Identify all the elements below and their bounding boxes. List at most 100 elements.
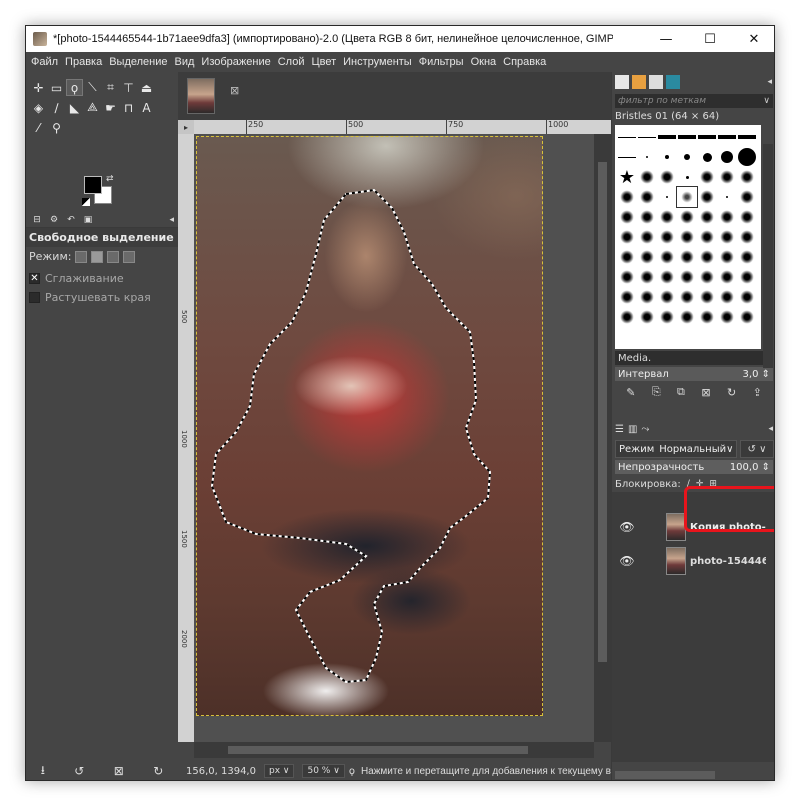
canvas-horizontal-scrollbar[interactable]: [194, 742, 594, 758]
brush-preset[interactable]: [677, 227, 697, 247]
bucket-fill-icon[interactable]: ◈: [30, 99, 47, 116]
brush-preset[interactable]: [697, 247, 717, 267]
lock-pixels-icon[interactable]: ∕: [687, 479, 690, 489]
antialias-row[interactable]: ✕ Сглаживание: [26, 266, 178, 287]
menu-layer[interactable]: Слой: [278, 56, 305, 68]
brush-preset[interactable]: [737, 267, 757, 287]
lock-alpha-icon[interactable]: ⊞: [709, 479, 717, 489]
brush-preset[interactable]: [737, 227, 757, 247]
layer-row-original[interactable]: 👁 photo-154446: [612, 544, 774, 578]
opacity-slider[interactable]: Непрозрачность 100,0 ⇕: [615, 460, 773, 474]
brush-preset[interactable]: [717, 147, 737, 167]
brush-preset[interactable]: [717, 307, 737, 327]
image-canvas[interactable]: [194, 134, 594, 742]
close-button[interactable]: ✕: [732, 26, 774, 52]
brush-preset[interactable]: ★: [617, 167, 637, 188]
channels-tab-icon[interactable]: ▥: [628, 424, 637, 435]
duplicate-brush-icon[interactable]: ⧉: [677, 385, 685, 399]
vertical-ruler[interactable]: 500 1000 1500 2000: [178, 134, 194, 742]
brush-preset[interactable]: [717, 247, 737, 267]
minimize-button[interactable]: —: [644, 26, 688, 52]
free-select-icon[interactable]: ϙ: [66, 79, 83, 96]
brush-preset[interactable]: [677, 147, 697, 167]
eye-icon[interactable]: 👁: [618, 520, 636, 534]
brush-preset[interactable]: [657, 187, 677, 207]
brush-preset[interactable]: [657, 227, 677, 247]
gradients-tab-icon[interactable]: [666, 75, 680, 89]
horizontal-ruler[interactable]: 250 500 750 1000: [194, 120, 611, 134]
layers-horizontal-scrollbar[interactable]: [615, 771, 715, 779]
brush-preset[interactable]: [617, 307, 637, 327]
brush-preset[interactable]: [737, 307, 757, 327]
brush-preset[interactable]: [657, 127, 677, 147]
brush-preset[interactable]: [617, 127, 637, 147]
fonts-tab-icon[interactable]: [649, 75, 663, 89]
crop-icon[interactable]: ⌗: [102, 79, 119, 96]
delete-options-icon[interactable]: ⊠: [114, 764, 124, 778]
edit-brush-icon[interactable]: ✎: [626, 386, 635, 399]
brush-preset[interactable]: [737, 167, 757, 187]
mode-subtract-button[interactable]: [107, 250, 120, 263]
images-tab-icon[interactable]: ▣: [81, 214, 95, 226]
unified-transform-icon[interactable]: ⊤: [120, 79, 137, 96]
save-options-icon[interactable]: ⭳: [41, 761, 45, 781]
brush-grid[interactable]: ★: [615, 125, 761, 349]
feather-checkbox[interactable]: [29, 292, 40, 303]
menu-filters[interactable]: Фильтры: [419, 56, 464, 68]
brush-preset[interactable]: [637, 147, 657, 167]
brushes-tab-icon[interactable]: [615, 75, 629, 89]
brush-preset[interactable]: [717, 267, 737, 287]
eye-icon[interactable]: 👁: [618, 554, 636, 568]
brush-preset[interactable]: [617, 147, 637, 167]
brush-preset[interactable]: [697, 307, 717, 327]
brush-preset[interactable]: [617, 247, 637, 267]
mode-intersect-button[interactable]: [123, 250, 136, 263]
brush-preset[interactable]: [717, 187, 737, 207]
brushes-tab-menu-icon[interactable]: ◂: [767, 77, 772, 87]
brush-preset[interactable]: [697, 147, 717, 167]
zoom-select[interactable]: 50 % ∨: [302, 764, 345, 778]
brush-preset[interactable]: [657, 147, 677, 167]
opacity-value[interactable]: 100,0 ⇕: [730, 462, 770, 473]
brush-preset[interactable]: [657, 287, 677, 307]
brush-preset[interactable]: [617, 187, 637, 207]
image-tab-close-icon[interactable]: ⊠: [230, 84, 239, 97]
brush-preset[interactable]: [717, 167, 737, 187]
spacing-spinner[interactable]: Интервал 3,0 ⇕: [615, 367, 773, 381]
restore-options-icon[interactable]: ↺: [74, 764, 84, 778]
horizontal-scroll-thumb[interactable]: [228, 746, 528, 754]
brush-preset[interactable]: [737, 187, 757, 207]
delete-brush-icon[interactable]: ⊠: [701, 386, 710, 399]
brush-preset[interactable]: [676, 186, 698, 208]
brush-preset[interactable]: [657, 167, 677, 187]
brush-preset[interactable]: [617, 267, 637, 287]
brush-preset[interactable]: [697, 227, 717, 247]
brush-preset[interactable]: [617, 227, 637, 247]
brush-preset[interactable]: [697, 127, 717, 147]
antialias-checkbox[interactable]: ✕: [29, 273, 40, 284]
brush-preset[interactable]: [637, 127, 657, 147]
open-brush-as-image-icon[interactable]: ⇪: [753, 386, 762, 399]
brush-preset[interactable]: [717, 227, 737, 247]
brush-grid-scrollbar[interactable]: [763, 144, 773, 368]
tool-options-tab-icon[interactable]: ⊟: [30, 214, 44, 226]
brush-preset[interactable]: [637, 167, 657, 187]
path-icon[interactable]: ⊓: [120, 99, 137, 116]
brush-preset[interactable]: [637, 227, 657, 247]
tab-menu-icon[interactable]: ◂: [169, 215, 174, 225]
brush-preset[interactable]: [637, 187, 657, 207]
new-brush-icon[interactable]: ⎘: [652, 385, 661, 399]
image-tab-thumbnail[interactable]: [187, 78, 215, 114]
brush-preset[interactable]: [697, 267, 717, 287]
brush-preset[interactable]: [737, 147, 757, 167]
zoom-icon[interactable]: ⚲: [48, 119, 65, 136]
brush-preset[interactable]: [677, 307, 697, 327]
move-tool-icon[interactable]: ✛: [30, 79, 47, 96]
brush-preset[interactable]: [697, 187, 717, 207]
menu-windows[interactable]: Окна: [471, 56, 497, 68]
brush-preset[interactable]: [617, 207, 637, 227]
brush-preset[interactable]: [677, 207, 697, 227]
text-icon[interactable]: A: [138, 99, 155, 116]
vertical-scroll-thumb[interactable]: [598, 162, 607, 662]
spacing-value[interactable]: 3,0 ⇕: [743, 369, 770, 380]
